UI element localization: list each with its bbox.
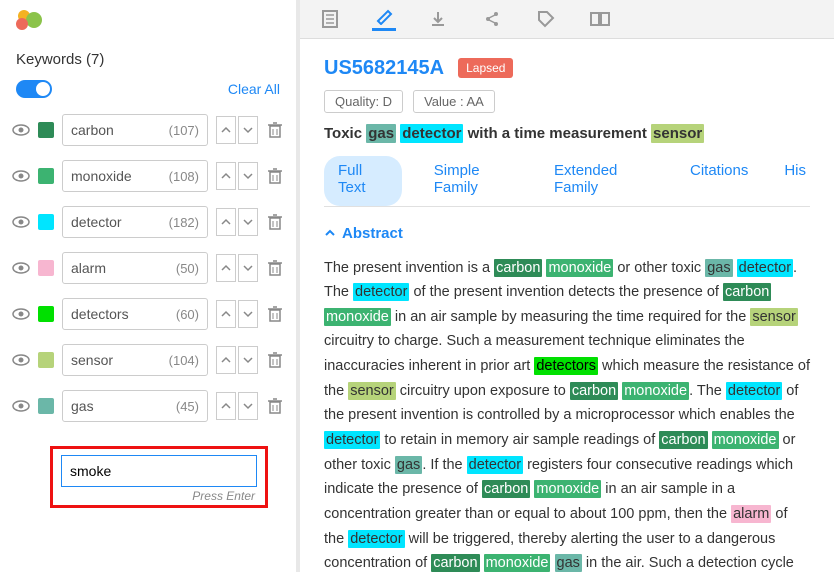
visibility-icon[interactable] — [12, 353, 30, 367]
press-enter-hint: Press Enter — [192, 489, 255, 503]
prev-match-button[interactable] — [216, 162, 236, 190]
keyword-label: carbon — [71, 122, 114, 138]
app-logo — [14, 8, 46, 32]
prev-match-button[interactable] — [216, 392, 236, 420]
keyword-label: detectors — [71, 306, 129, 322]
next-match-button[interactable] — [238, 208, 258, 236]
keyword-row: monoxide (108) — [12, 160, 284, 192]
quality-badge: Quality: D — [324, 90, 403, 113]
keyword-row: alarm (50) — [12, 252, 284, 284]
prev-match-button[interactable] — [216, 208, 236, 236]
keyword-box[interactable]: detector (182) — [62, 206, 208, 238]
delete-keyword-button[interactable] — [266, 213, 284, 231]
color-swatch[interactable] — [38, 168, 54, 184]
color-swatch[interactable] — [38, 306, 54, 322]
keywords-list: carbon (107) monoxide (108) detector (182) ala… — [0, 108, 296, 442]
main-toolbar — [300, 0, 834, 39]
main-panel: US5682145A Lapsed Quality: D Value : AA … — [300, 0, 834, 572]
keyword-row: detector (182) — [12, 206, 284, 238]
color-swatch[interactable] — [38, 352, 54, 368]
visibility-icon[interactable] — [12, 307, 30, 321]
color-swatch[interactable] — [38, 398, 54, 414]
document-icon[interactable] — [318, 7, 342, 31]
tab-full-text[interactable]: Full Text — [324, 156, 402, 206]
keyword-box[interactable]: alarm (50) — [62, 252, 208, 284]
highlighter-icon[interactable] — [372, 7, 396, 31]
keyword-label: gas — [71, 398, 94, 414]
status-badge: Lapsed — [458, 58, 513, 78]
tab-simple-family[interactable]: Simple Family — [430, 156, 522, 206]
delete-keyword-button[interactable] — [266, 397, 284, 415]
delete-keyword-button[interactable] — [266, 167, 284, 185]
keyword-row: carbon (107) — [12, 114, 284, 146]
keyword-label: detector — [71, 214, 122, 230]
next-match-button[interactable] — [238, 116, 258, 144]
new-keyword-wrapper: Press Enter — [50, 446, 268, 508]
delete-keyword-button[interactable] — [266, 305, 284, 323]
keyword-count: (45) — [176, 399, 199, 414]
keyword-box[interactable]: gas (45) — [62, 390, 208, 422]
next-match-button[interactable] — [238, 392, 258, 420]
keywords-title: Keywords (7) — [16, 51, 104, 68]
visibility-icon[interactable] — [12, 169, 30, 183]
delete-keyword-button[interactable] — [266, 351, 284, 369]
tag-icon[interactable] — [534, 7, 558, 31]
next-match-button[interactable] — [238, 300, 258, 328]
visibility-icon[interactable] — [12, 215, 30, 229]
content-area: US5682145A Lapsed Quality: D Value : AA … — [300, 39, 834, 572]
value-badge: Value : AA — [413, 90, 495, 113]
keyword-row: detectors (60) — [12, 298, 284, 330]
keyword-box[interactable]: detectors (60) — [62, 298, 208, 330]
keyword-count: (104) — [169, 353, 199, 368]
prev-match-button[interactable] — [216, 346, 236, 374]
keyword-count: (60) — [176, 307, 199, 322]
keyword-label: monoxide — [71, 168, 132, 184]
tab-extended-family[interactable]: Extended Family — [550, 156, 658, 206]
keyword-box[interactable]: sensor (104) — [62, 344, 208, 376]
abstract-body: The present invention is a carbon monoxi… — [324, 256, 810, 572]
visibility-icon[interactable] — [12, 261, 30, 275]
download-icon[interactable] — [426, 7, 450, 31]
keyword-label: alarm — [71, 260, 106, 276]
keyword-box[interactable]: carbon (107) — [62, 114, 208, 146]
keyword-count: (50) — [176, 261, 199, 276]
abstract-header[interactable]: Abstract — [324, 225, 810, 242]
keyword-label: sensor — [71, 352, 113, 368]
abstract-label: Abstract — [342, 225, 403, 242]
new-keyword-input[interactable] — [61, 455, 257, 487]
color-swatch[interactable] — [38, 260, 54, 276]
tab-history[interactable]: His — [780, 156, 810, 206]
prev-match-button[interactable] — [216, 254, 236, 282]
delete-keyword-button[interactable] — [266, 121, 284, 139]
keyword-count: (182) — [169, 215, 199, 230]
keyword-box[interactable]: monoxide (108) — [62, 160, 208, 192]
visibility-icon[interactable] — [12, 399, 30, 413]
next-match-button[interactable] — [238, 346, 258, 374]
prev-match-button[interactable] — [216, 300, 236, 328]
keyword-row: gas (45) — [12, 390, 284, 422]
visibility-icon[interactable] — [12, 123, 30, 137]
keyword-row: sensor (104) — [12, 344, 284, 376]
prev-match-button[interactable] — [216, 116, 236, 144]
next-match-button[interactable] — [238, 162, 258, 190]
patent-id[interactable]: US5682145A — [324, 57, 444, 80]
share-icon[interactable] — [480, 7, 504, 31]
keywords-toggle[interactable] — [16, 80, 52, 98]
clear-all-link[interactable]: Clear All — [228, 81, 280, 97]
keyword-count: (108) — [169, 169, 199, 184]
color-swatch[interactable] — [38, 122, 54, 138]
color-swatch[interactable] — [38, 214, 54, 230]
keyword-count: (107) — [169, 123, 199, 138]
delete-keyword-button[interactable] — [266, 259, 284, 277]
keywords-sidebar: Keywords (7) Clear All carbon (107) monoxi… — [0, 0, 300, 572]
content-tabs: Full Text Simple Family Extended Family … — [324, 156, 810, 207]
tab-citations[interactable]: Citations — [686, 156, 752, 206]
patent-title: Toxic gas detector with a time measureme… — [324, 125, 810, 142]
compare-icon[interactable] — [588, 7, 612, 31]
next-match-button[interactable] — [238, 254, 258, 282]
